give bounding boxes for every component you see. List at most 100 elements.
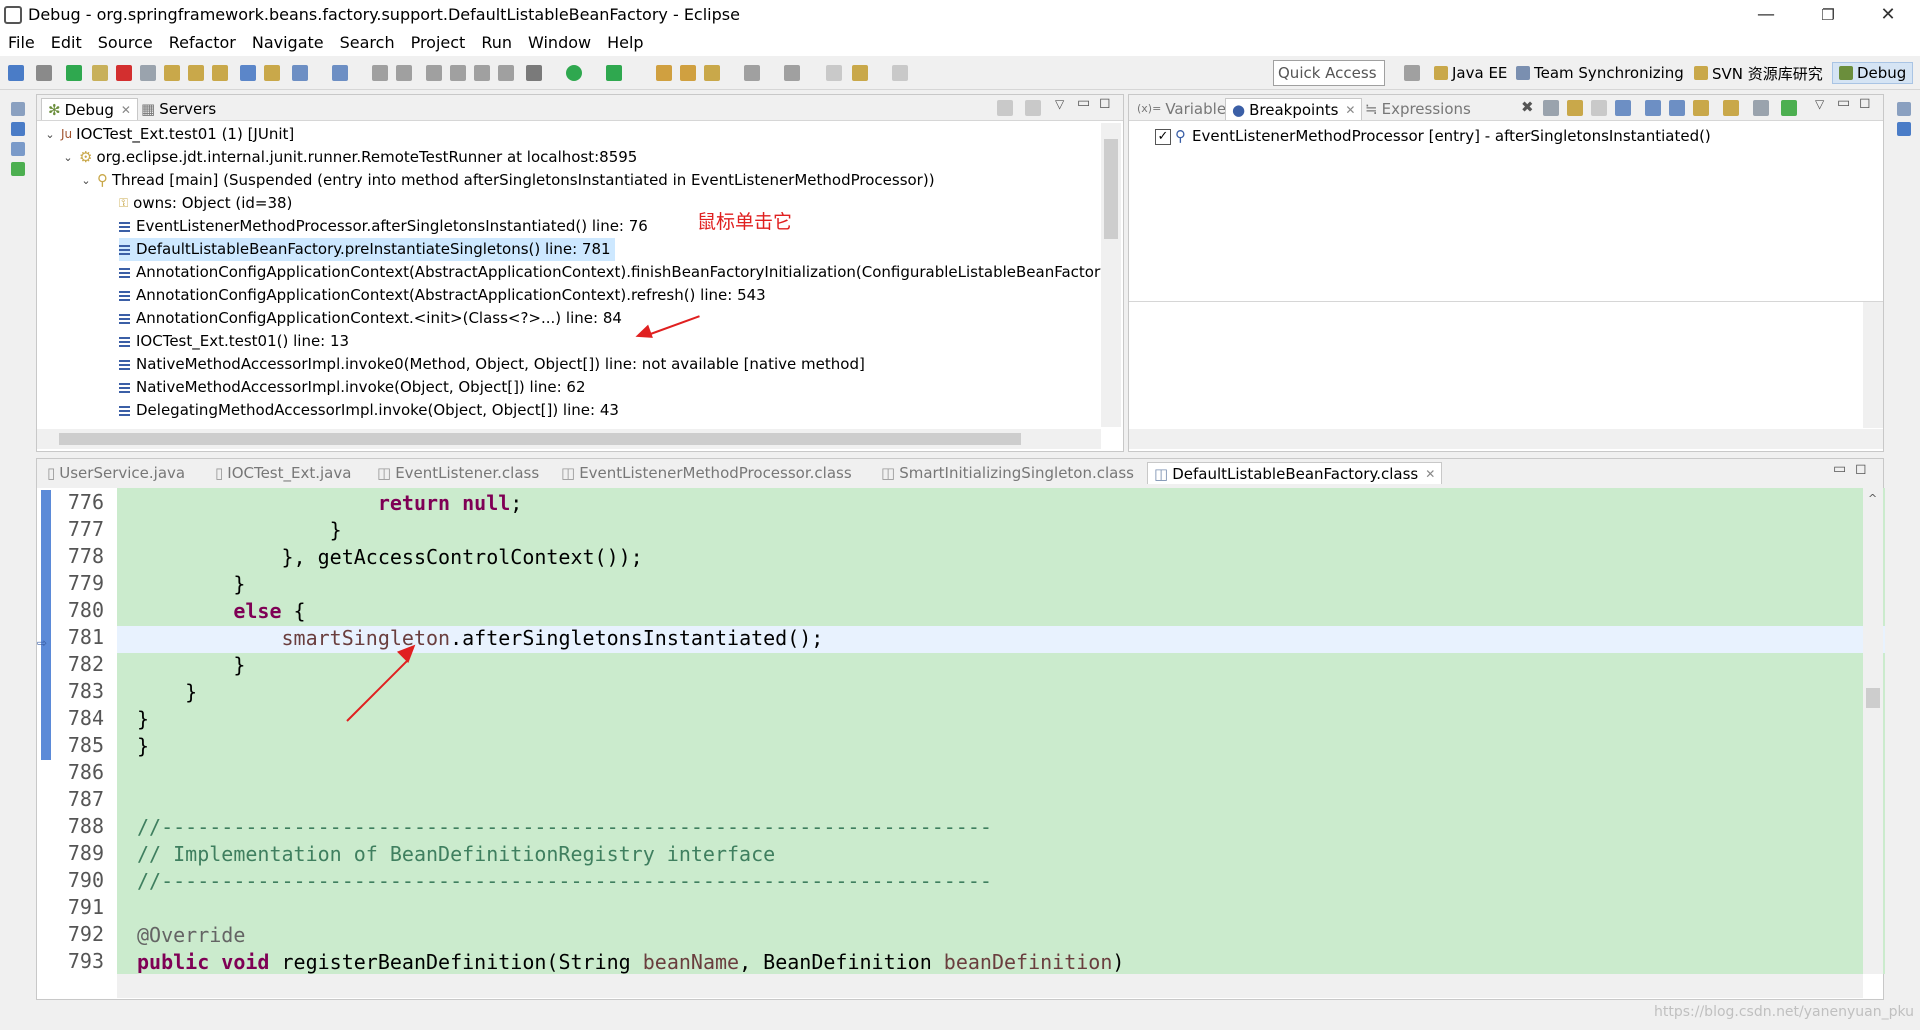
breakpoint-item[interactable]: ✓ ⚲ EventListenerMethodProcessor [entry]…: [1155, 125, 1711, 148]
horizontal-scrollbar[interactable]: [117, 974, 1863, 998]
last-edit-icon[interactable]: [826, 65, 842, 81]
tree-row-target[interactable]: ⌄ ⚙ org.eclipse.jdt.internal.junit.runne…: [61, 146, 637, 169]
terminate-icon[interactable]: [116, 65, 132, 81]
close-button[interactable]: ✕: [1866, 2, 1910, 28]
code-line[interactable]: }: [137, 652, 245, 679]
back-icon[interactable]: [852, 65, 868, 81]
code-line[interactable]: }: [137, 706, 149, 733]
pen-icon[interactable]: [450, 65, 466, 81]
stack-frame[interactable]: AnnotationConfigApplicationContext(Abstr…: [119, 261, 1101, 284]
run-icon[interactable]: [566, 65, 582, 81]
console-icon[interactable]: [11, 122, 25, 136]
tab-eventlistenermethodprocessor[interactable]: ◫ EventListenerMethodProcessor.class: [555, 462, 858, 484]
collapse-all-icon[interactable]: [1669, 100, 1685, 116]
perspective-team-synchronizing[interactable]: Team Synchronizing: [1516, 62, 1684, 84]
stack-frame[interactable]: DelegatingMethodAccessorImpl.invoke(Obje…: [119, 399, 619, 422]
debug-run-icon[interactable]: [606, 65, 622, 81]
code-line[interactable]: }: [137, 571, 245, 598]
table-icon[interactable]: [11, 162, 25, 176]
open-icon[interactable]: [332, 65, 348, 81]
export-icon[interactable]: [1781, 100, 1797, 116]
chevron-down-icon[interactable]: ⌄: [61, 146, 75, 169]
tree-row-launch[interactable]: ⌄ Ju IOCTest_Ext.test01 (1) [JUnit]: [43, 123, 294, 146]
restore-icon[interactable]: [11, 102, 25, 116]
perspective-debug[interactable]: Debug: [1832, 62, 1914, 84]
code-line[interactable]: @Override: [137, 922, 245, 949]
menu-window[interactable]: Window: [520, 30, 599, 56]
show-supported-icon[interactable]: [1567, 100, 1583, 116]
code-line[interactable]: // Implementation of BeanDefinitionRegis…: [137, 841, 775, 868]
save-icon[interactable]: [8, 65, 24, 81]
maximize-button[interactable]: ❐: [1806, 2, 1850, 28]
stack-frame[interactable]: NativeMethodAccessorImpl.invoke0(Method,…: [119, 353, 865, 376]
menu-source[interactable]: Source: [90, 30, 161, 56]
list-icon[interactable]: [498, 65, 514, 81]
view-menu-icon[interactable]: [1025, 100, 1041, 116]
tab-debug[interactable]: ✻ Debug ✕: [41, 98, 138, 120]
remove-all-breakpoints-icon[interactable]: [1543, 100, 1559, 116]
folder-icon[interactable]: [656, 65, 672, 81]
vertical-scrollbar[interactable]: [1101, 123, 1121, 427]
step-return-icon[interactable]: [212, 65, 228, 81]
remove-all-terminated-icon[interactable]: [997, 100, 1013, 116]
close-icon[interactable]: ✕: [1425, 463, 1435, 485]
gear-icon[interactable]: [526, 65, 542, 81]
code-line[interactable]: }, getAccessControlContext());: [137, 544, 642, 571]
stack-frame[interactable]: AnnotationConfigApplicationContext(Abstr…: [119, 284, 766, 307]
grid-icon[interactable]: [474, 65, 490, 81]
restore-icon[interactable]: [1897, 102, 1911, 116]
chevron-up-icon[interactable]: ^: [1868, 492, 1877, 505]
link-icon[interactable]: [1693, 100, 1709, 116]
outline-icon[interactable]: [1897, 122, 1911, 136]
tab-defaultlistablebeanfactory[interactable]: ◫ DefaultListableBeanFactory.class ✕: [1147, 462, 1443, 485]
code-line[interactable]: else {: [137, 598, 305, 625]
chevron-down-icon[interactable]: ⌄: [79, 169, 93, 192]
pin-icon[interactable]: [426, 65, 442, 81]
code-line[interactable]: }: [137, 733, 149, 760]
minimize-icon[interactable]: ▭: [1833, 461, 1846, 477]
menu-run[interactable]: Run: [473, 30, 520, 56]
navigator-icon[interactable]: [11, 142, 25, 156]
quick-access-input[interactable]: Quick Access: [1273, 60, 1385, 86]
horizontal-scrollbar[interactable]: [37, 429, 1101, 449]
stack-frame-selected[interactable]: DefaultListableBeanFactory.preInstantiat…: [119, 238, 615, 261]
menu-file[interactable]: File: [0, 30, 43, 56]
code-line[interactable]: //--------------------------------------…: [137, 868, 992, 895]
resume-icon[interactable]: [66, 65, 82, 81]
tab-expressions[interactable]: ≒ Expressions: [1359, 98, 1477, 120]
step-over-icon[interactable]: [188, 65, 204, 81]
menu-project[interactable]: Project: [403, 30, 474, 56]
code-line[interactable]: smartSingleton.afterSingletonsInstantiat…: [137, 625, 824, 652]
perspective-java-ee[interactable]: Java EE: [1434, 62, 1507, 84]
checkbox[interactable]: ✓: [1155, 128, 1171, 145]
menu-navigate[interactable]: Navigate: [244, 30, 332, 56]
disconnect-icon[interactable]: [140, 65, 156, 81]
import-icon[interactable]: [1753, 100, 1769, 116]
tab-servers[interactable]: ▦ Servers: [135, 98, 222, 120]
tab-userservice[interactable]: ▯ UserService.java: [41, 462, 191, 484]
skip-breakpoints-icon[interactable]: [36, 65, 52, 81]
scrollbar-thumb[interactable]: [1866, 688, 1880, 708]
maximize-icon[interactable]: ◻: [1855, 461, 1867, 477]
stack-frame[interactable]: EventListenerMethodProcessor.afterSingle…: [119, 215, 648, 238]
tab-eventlistener[interactable]: ◫ EventListener.class: [371, 462, 545, 484]
chevron-down-icon[interactable]: ▽: [1815, 97, 1824, 111]
chevron-down-icon[interactable]: ⌄: [43, 123, 57, 146]
tree-row-thread[interactable]: ⌄ ⚲ Thread [main] (Suspended (entry into…: [79, 169, 934, 192]
menu-help[interactable]: Help: [599, 30, 651, 56]
code-line[interactable]: public void registerBeanDefinition(Strin…: [137, 949, 1124, 976]
menu-edit[interactable]: Edit: [43, 30, 90, 56]
annotation-icon[interactable]: [744, 65, 760, 81]
open-type-icon[interactable]: [680, 65, 696, 81]
code-line[interactable]: //--------------------------------------…: [137, 814, 992, 841]
open-perspective-icon[interactable]: [1404, 65, 1420, 81]
horizontal-scrollbar[interactable]: [1129, 429, 1883, 449]
menu-search[interactable]: Search: [332, 30, 403, 56]
tab-variables[interactable]: (x)= Variables: [1131, 98, 1240, 120]
vertical-scrollbar[interactable]: [1863, 302, 1883, 428]
perspective-svn[interactable]: SVN 资源库研究: [1694, 62, 1823, 84]
close-icon[interactable]: ✕: [121, 99, 131, 121]
next-annotation-icon[interactable]: [784, 65, 800, 81]
drop-to-frame-icon[interactable]: [240, 65, 256, 81]
minimize-icon[interactable]: ▭: [1837, 95, 1850, 111]
